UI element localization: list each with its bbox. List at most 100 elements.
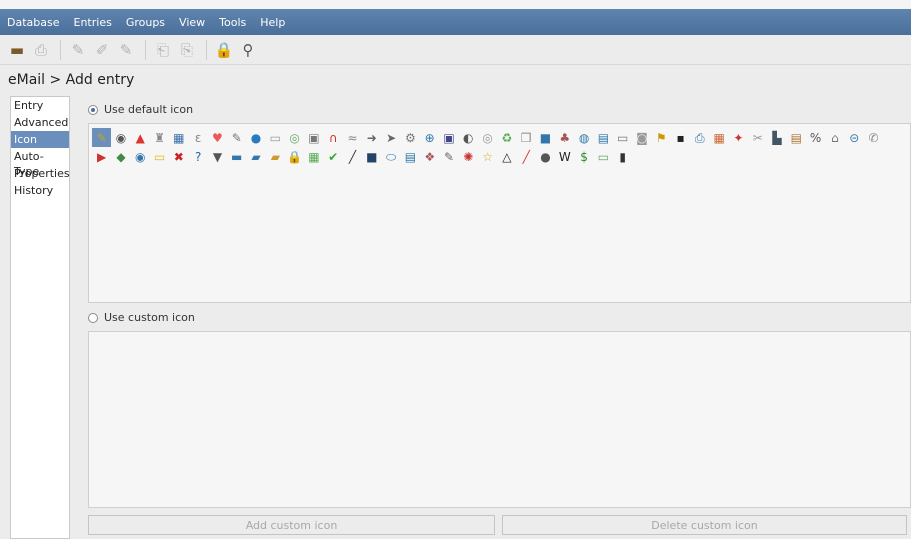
open-database-icon[interactable]: ▬ — [6, 39, 28, 61]
sidebar-item-advanced[interactable]: Advanced — [11, 114, 69, 131]
icon-choice-30-icon[interactable]: ▪ — [671, 128, 690, 147]
icon-choice-8-icon[interactable]: ● — [246, 128, 265, 147]
icon-choice-4-icon[interactable]: ▦ — [169, 128, 188, 147]
toolbar-separator — [60, 39, 61, 60]
add-custom-icon-button[interactable]: Add custom icon — [88, 515, 495, 535]
menu-entries[interactable]: Entries — [67, 16, 119, 29]
icon-choice-58-icon[interactable]: ❖ — [420, 147, 439, 166]
icon-choice-57-icon[interactable]: ▤ — [401, 147, 420, 166]
icon-choice-52-icon[interactable]: ▦ — [304, 147, 323, 166]
icon-choice-46-icon[interactable]: ? — [188, 147, 207, 166]
copy-username-icon[interactable]: ⎗ — [152, 39, 174, 61]
icon-choice-22-icon[interactable]: ❒ — [517, 128, 536, 147]
icon-choice-62-icon[interactable]: △ — [497, 147, 516, 166]
icon-choice-5-icon[interactable]: ɛ — [188, 128, 207, 147]
icon-choice-27-icon[interactable]: ▭ — [613, 128, 632, 147]
edit-entry-icon[interactable]: ✐ — [91, 39, 113, 61]
icon-choice-31-icon[interactable]: ⎙ — [690, 128, 709, 147]
icon-choice-21-icon[interactable]: ♻ — [497, 128, 516, 147]
icon-choice-6-icon[interactable]: ♥ — [208, 128, 227, 147]
sidebar-item-entry[interactable]: Entry — [11, 97, 69, 114]
icon-choice-53-icon[interactable]: ✔ — [324, 147, 343, 166]
icon-choice-68-icon[interactable]: ▮ — [613, 147, 632, 166]
icon-choice-2-icon[interactable]: ▲ — [131, 128, 150, 147]
icon-choice-34-icon[interactable]: ✂ — [748, 128, 767, 147]
toolbar-separator — [206, 39, 207, 60]
copy-password-icon[interactable]: ⎘ — [176, 39, 198, 61]
menu-view[interactable]: View — [172, 16, 212, 29]
save-database-icon[interactable]: ⎙ — [30, 39, 52, 61]
menu-groups[interactable]: Groups — [119, 16, 172, 29]
icon-choice-37-icon[interactable]: % — [806, 128, 825, 147]
menu-tools[interactable]: Tools — [212, 16, 253, 29]
lock-database-icon[interactable]: 🔒 — [213, 39, 235, 61]
icon-choice-13-icon[interactable]: ≈ — [343, 128, 362, 147]
icon-choice-18-icon[interactable]: ▣ — [439, 128, 458, 147]
custom-icon-radio[interactable] — [88, 312, 98, 323]
icon-choice-28-icon[interactable]: ◙ — [632, 128, 651, 147]
icon-choice-55-icon[interactable]: ■ — [362, 147, 381, 166]
icon-choice-3-icon[interactable]: ♜ — [150, 128, 169, 147]
icon-choice-44-icon[interactable]: ▭ — [150, 147, 169, 166]
icon-choice-61-icon[interactable]: ☆ — [478, 147, 497, 166]
icon-choice-7-icon[interactable]: ✎ — [227, 128, 246, 147]
icon-choice-38-icon[interactable]: ⌂ — [825, 128, 844, 147]
icon-choice-29-icon[interactable]: ⚑ — [652, 128, 671, 147]
icon-choice-10-icon[interactable]: ◎ — [285, 128, 304, 147]
icon-choice-16-icon[interactable]: ⚙ — [401, 128, 420, 147]
icon-choice-33-icon[interactable]: ✦ — [729, 128, 748, 147]
icon-choice-1-icon[interactable]: ◉ — [111, 128, 130, 147]
icon-choice-17-icon[interactable]: ⊕ — [420, 128, 439, 147]
icon-choice-67-icon[interactable]: ▭ — [594, 147, 613, 166]
menu-help[interactable]: Help — [253, 16, 292, 29]
sidebar-item-properties[interactable]: Properties — [11, 165, 70, 182]
icon-choice-65-icon[interactable]: W — [555, 147, 574, 166]
icon-choice-41-icon[interactable]: ▶ — [92, 147, 111, 166]
icon-choice-12-icon[interactable]: ∩ — [324, 128, 343, 147]
icon-choice-47-icon[interactable]: ▼ — [208, 147, 227, 166]
icon-choice-48-icon[interactable]: ▬ — [227, 147, 246, 166]
icon-choice-50-icon[interactable]: ▰ — [266, 147, 285, 166]
custom-icon-option[interactable]: Use custom icon — [88, 311, 195, 324]
default-icon-label: Use default icon — [104, 103, 194, 116]
icon-choice-35-icon[interactable]: ▙ — [767, 128, 786, 147]
add-entry-icon[interactable]: ✎ — [67, 39, 89, 61]
icon-choice-32-icon[interactable]: ▦ — [710, 128, 729, 147]
icon-choice-54-icon[interactable]: ╱ — [343, 147, 362, 166]
sidebar-item-icon[interactable]: Icon — [11, 131, 69, 148]
icon-choice-26-icon[interactable]: ▤ — [594, 128, 613, 147]
icon-choice-24-icon[interactable]: ♣ — [555, 128, 574, 147]
icon-choice-66-icon[interactable]: $ — [574, 147, 593, 166]
icon-choice-11-icon[interactable]: ▣ — [304, 128, 323, 147]
icon-choice-20-icon[interactable]: ◎ — [478, 128, 497, 147]
icon-choice-42-icon[interactable]: ◆ — [111, 147, 130, 166]
icon-choice-39-icon[interactable]: ⊝ — [845, 128, 864, 147]
icon-choice-15-icon[interactable]: ➤ — [381, 128, 400, 147]
delete-entry-icon[interactable]: ✎ — [115, 39, 137, 61]
icon-choice-0-icon[interactable]: ✎ — [92, 128, 112, 147]
icon-choice-14-icon[interactable]: ➜ — [362, 128, 381, 147]
icon-choice-49-icon[interactable]: ▰ — [246, 147, 265, 166]
icon-choice-59-icon[interactable]: ✎ — [439, 147, 458, 166]
delete-custom-icon-button[interactable]: Delete custom icon — [502, 515, 907, 535]
icon-choice-9-icon[interactable]: ▭ — [266, 128, 285, 147]
icon-choice-56-icon[interactable]: ⬭ — [381, 147, 400, 166]
search-icon[interactable]: ⚲ — [237, 39, 259, 61]
custom-icon-label: Use custom icon — [104, 311, 195, 324]
sidebar-item-auto-type[interactable]: Auto-Type — [11, 148, 69, 178]
icon-choice-63-icon[interactable]: ╱ — [517, 147, 536, 166]
default-icon-radio[interactable] — [88, 104, 98, 115]
menu-database[interactable]: Database — [0, 16, 67, 29]
icon-choice-43-icon[interactable]: ◉ — [131, 147, 150, 166]
icon-choice-60-icon[interactable]: ✺ — [459, 147, 478, 166]
default-icon-option[interactable]: Use default icon — [88, 103, 193, 116]
sidebar-item-history[interactable]: History — [11, 182, 69, 199]
icon-choice-23-icon[interactable]: ■ — [536, 128, 555, 147]
icon-choice-64-icon[interactable]: ● — [536, 147, 555, 166]
icon-choice-19-icon[interactable]: ◐ — [459, 128, 478, 147]
icon-choice-45-icon[interactable]: ✖ — [169, 147, 188, 166]
icon-choice-40-icon[interactable]: ✆ — [864, 128, 883, 147]
icon-choice-25-icon[interactable]: ◍ — [574, 128, 593, 147]
icon-choice-51-icon[interactable]: 🔒 — [285, 147, 304, 166]
icon-choice-36-icon[interactable]: ▤ — [787, 128, 806, 147]
